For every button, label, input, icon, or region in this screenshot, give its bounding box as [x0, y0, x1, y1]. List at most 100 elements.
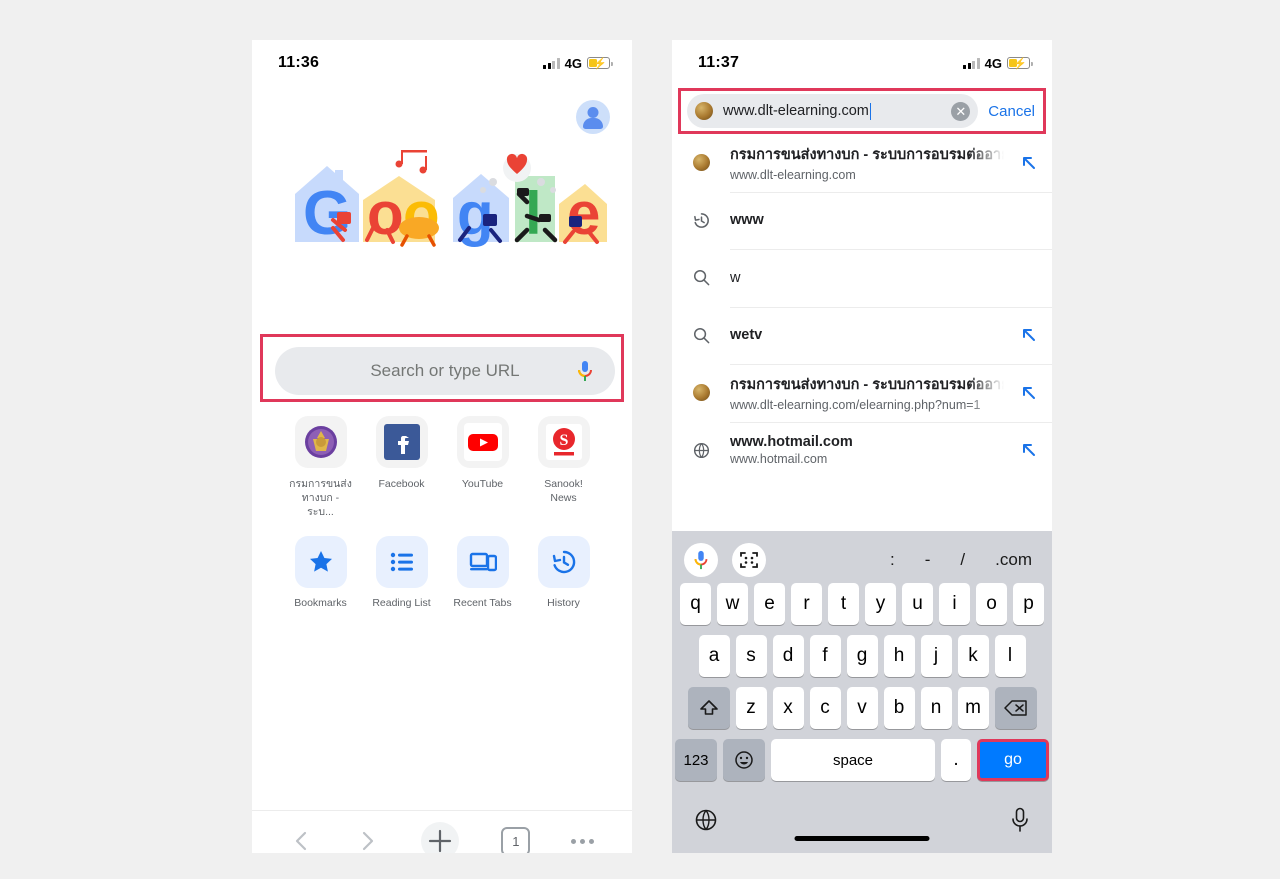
key-u[interactable]: u [902, 583, 933, 625]
emoji-smiley-icon[interactable] [723, 739, 765, 781]
tile-facebook[interactable]: Facebook [361, 416, 442, 520]
quick-action-bookmarks[interactable]: Bookmarks [280, 536, 361, 609]
home-indicator [794, 836, 930, 841]
quick-action-history[interactable]: History [523, 536, 604, 609]
thai-government-emblem-icon [294, 416, 347, 468]
keyboard-row-3: z x c v b n m [672, 687, 1052, 729]
suggestion-row[interactable]: กรมการขนส่งทางบก - ระบบการอบรมต่ออายุใบอ… [672, 364, 1052, 422]
site-favicon-icon [695, 102, 713, 120]
suggestion-row[interactable]: w [672, 249, 1052, 307]
status-bar-right: 11:37 4G ⚡ [672, 40, 1052, 86]
slash-key[interactable]: / [960, 550, 965, 570]
quick-action-recent-tabs[interactable]: Recent Tabs [442, 536, 523, 609]
svg-text:o: o [367, 180, 404, 247]
facebook-icon [375, 416, 428, 468]
history-clock-icon [688, 211, 714, 230]
url-input[interactable]: www.dlt-elearning.com ✕ [687, 94, 979, 128]
avatar[interactable] [576, 100, 610, 134]
cancel-button[interactable]: Cancel [978, 103, 1043, 120]
suggestion-title: กรมการขนส่งทางบก - ระบบการอบรมต่ออายุใบอ… [730, 377, 1014, 394]
key-y[interactable]: y [865, 583, 896, 625]
arrow-up-left-icon[interactable] [1020, 154, 1038, 172]
arrow-up-left-icon[interactable] [1020, 441, 1038, 459]
url-bar-highlight: www.dlt-elearning.com ✕ Cancel [678, 88, 1046, 134]
hyphen-key[interactable]: - [925, 550, 931, 570]
key-n[interactable]: n [920, 687, 952, 729]
key-q[interactable]: q [680, 583, 711, 625]
quick-action-label: Bookmarks [294, 597, 347, 609]
tile-youtube[interactable]: YouTube [442, 416, 523, 520]
back-button[interactable] [290, 829, 314, 853]
numbers-key[interactable]: 123 [675, 739, 717, 781]
arrow-up-left-icon[interactable] [1020, 326, 1038, 344]
suggestion-title: w [730, 269, 741, 286]
keyboard-row-2: a s d f g h j k l [672, 635, 1052, 677]
period-key[interactable]: . [941, 739, 971, 781]
suggestion-row[interactable]: www [672, 191, 1052, 250]
arrow-up-left-icon[interactable] [1020, 384, 1038, 402]
key-k[interactable]: k [957, 635, 989, 677]
suggestion-subtitle: www.hotmail.com [730, 452, 828, 467]
clear-text-icon[interactable]: ✕ [951, 101, 971, 121]
shift-arrow-icon[interactable] [687, 687, 730, 729]
microphone-icon[interactable] [577, 360, 593, 382]
go-key[interactable]: go [977, 739, 1049, 781]
key-b[interactable]: b [883, 687, 915, 729]
key-w[interactable]: w [717, 583, 748, 625]
key-v[interactable]: v [846, 687, 878, 729]
dictation-microphone-icon[interactable] [1010, 807, 1030, 838]
account-row [252, 86, 632, 134]
key-h[interactable]: h [883, 635, 915, 677]
key-m[interactable]: m [957, 687, 989, 729]
tab-count-button[interactable]: 1 [501, 826, 531, 853]
globe-language-icon[interactable] [694, 808, 718, 837]
tile-sanook[interactable]: S Sanook! News [523, 416, 604, 520]
keyboard-row-1: q w e r t y u i o p [672, 583, 1052, 625]
url-shortcut-keys: : - / .com [890, 550, 1040, 570]
signal-bars-icon [543, 57, 560, 69]
forward-button[interactable] [355, 829, 379, 853]
quick-action-reading-list[interactable]: Reading List [361, 536, 442, 609]
network-type-label: 4G [984, 55, 1002, 71]
microphone-icon[interactable] [684, 543, 718, 577]
key-z[interactable]: z [735, 687, 767, 729]
key-p[interactable]: p [1013, 583, 1044, 625]
key-j[interactable]: j [920, 635, 952, 677]
colon-key[interactable]: : [890, 550, 895, 570]
battery-charging-icon: ⚡ [1007, 57, 1033, 70]
suggestion-title: wetv [730, 327, 763, 344]
suggestion-row[interactable]: กรมการขนส่งทางบก - ระบบการอบรมต่ออายุใบอ… [672, 134, 1052, 192]
key-a[interactable]: a [698, 635, 730, 677]
key-l[interactable]: l [994, 635, 1026, 677]
suggestion-row[interactable]: www.hotmail.com www.hotmail.com [672, 421, 1052, 480]
key-t[interactable]: t [828, 583, 859, 625]
google-doodle[interactable]: G o o g l e [277, 142, 607, 262]
keyboard-bottom-row [672, 791, 1052, 853]
key-d[interactable]: d [772, 635, 804, 677]
key-g[interactable]: g [846, 635, 878, 677]
key-r[interactable]: r [791, 583, 822, 625]
shortcut-tiles: กรมการขนส่งทางบก - ระบ... Facebook YouTu… [252, 416, 632, 520]
key-o[interactable]: o [976, 583, 1007, 625]
key-e[interactable]: e [754, 583, 785, 625]
key-c[interactable]: c [809, 687, 841, 729]
search-input[interactable]: Search or type URL [275, 347, 615, 395]
new-tab-button[interactable] [419, 820, 461, 853]
backspace-icon[interactable] [994, 687, 1037, 729]
key-f[interactable]: f [809, 635, 841, 677]
key-x[interactable]: x [772, 687, 804, 729]
key-i[interactable]: i [939, 583, 970, 625]
more-dots-icon[interactable] [570, 838, 594, 844]
qr-scan-icon[interactable] [732, 543, 766, 577]
dot-com-key[interactable]: .com [995, 550, 1032, 570]
status-indicators: 4G ⚡ [963, 55, 1033, 71]
screenshot-stage: 11:36 4G ⚡ G o o g l e Search or type UR… [0, 0, 1280, 879]
suggestion-row[interactable]: wetv [672, 306, 1052, 365]
tab-count-label: 1 [512, 833, 520, 849]
search-box-highlight: Search or type URL [260, 334, 624, 402]
key-s[interactable]: s [735, 635, 767, 677]
search-placeholder: Search or type URL [370, 361, 520, 380]
tile-dlt[interactable]: กรมการขนส่งทางบก - ระบ... [280, 416, 361, 520]
space-key[interactable]: space [771, 739, 935, 781]
status-bar-left: 11:36 4G ⚡ [252, 40, 632, 86]
